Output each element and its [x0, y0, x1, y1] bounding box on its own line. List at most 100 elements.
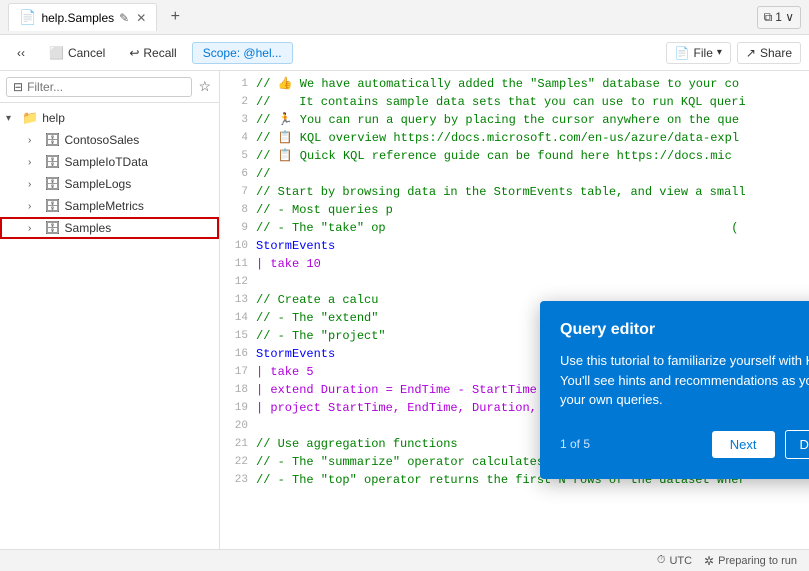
share-button[interactable]: ↗ Share [737, 42, 801, 64]
line-code: // 🏃 You can run a query by placing the … [256, 111, 739, 129]
code-line: 6// [220, 165, 809, 183]
statusbar: ⏱ UTC ✲ Preparing to run [0, 549, 809, 571]
scope-label: Scope: @hel... [203, 46, 282, 60]
recall-button[interactable]: ↩ Recall [120, 42, 185, 64]
line-code: StormEvents [256, 345, 335, 363]
line-number: 5 [228, 147, 256, 165]
sidebar-item-sampleiotdata[interactable]: › 🗄 SampleIoTData [0, 151, 219, 173]
sidebar-item-label: SampleMetrics [65, 199, 144, 213]
code-line: 2// It contains sample data sets that yo… [220, 93, 809, 111]
pin-icon[interactable]: ☆ [196, 76, 213, 97]
line-code: // 📋 KQL overview https://docs.microsoft… [256, 129, 739, 147]
dialog-title: Query editor [560, 321, 809, 339]
chevron-left-icon: ‹‹ [17, 46, 25, 60]
dialog-footer: 1 of 5 Next Dismiss [560, 430, 809, 459]
left-chevron-button[interactable]: ‹‹ [8, 42, 34, 64]
line-number: 13 [228, 291, 256, 309]
line-code: // 📋 Quick KQL reference guide can be fo… [256, 147, 732, 165]
folder-icon: 📁 [22, 110, 38, 126]
sidebar: ⊟ ☆ ▾ 📁 help › 🗄 ContosoSales › 🗄 Sam [0, 71, 220, 549]
tab-close-icon[interactable]: ✕ [136, 11, 146, 25]
code-line: 8// - Most queries p [220, 201, 809, 219]
cancel-icon: ⬜ [49, 46, 64, 60]
sidebar-item-label: help [42, 111, 65, 125]
line-number: 12 [228, 273, 256, 291]
code-line: 11| take 10 [220, 255, 809, 273]
sidebar-item-label: SampleLogs [65, 177, 132, 191]
utc-status: ⏱ UTC [657, 554, 692, 567]
cancel-label: Cancel [68, 46, 105, 60]
toolbar: ‹‹ ⬜ Cancel ↩ Recall Scope: @hel... 📄 Fi… [0, 35, 809, 71]
tab-edit-icon[interactable]: ✎ [119, 11, 129, 25]
code-line: 9// - The "take" op ( [220, 219, 809, 237]
add-tab-button[interactable]: + [163, 5, 187, 29]
active-tab[interactable]: 📄 help.Samples ✎ ✕ [8, 3, 157, 31]
code-line: 5// 📋 Quick KQL reference guide can be f… [220, 147, 809, 165]
sidebar-item-samples[interactable]: › 🗄 Samples [0, 217, 219, 239]
spinner-icon: ✲ [704, 554, 714, 568]
file-button[interactable]: 📄 File ▾ [666, 42, 731, 64]
database-icon: 🗄 [44, 220, 61, 236]
line-code: // - Most queries p [256, 201, 645, 219]
filter-input-wrap[interactable]: ⊟ [6, 77, 192, 97]
line-number: 22 [228, 453, 256, 471]
line-code: // Use aggregation functions [256, 435, 458, 453]
line-code: // Create a calcu [256, 291, 378, 309]
code-line: 1// 👍 We have automatically added the "S… [220, 75, 809, 93]
dialog-page: 1 of 5 [560, 437, 702, 451]
line-number: 4 [228, 129, 256, 147]
code-line: 3// 🏃 You can run a query by placing the… [220, 111, 809, 129]
copy-icon: ⧉ [764, 10, 773, 25]
line-number: 20 [228, 417, 256, 435]
line-number: 23 [228, 471, 256, 489]
preparing-label: Preparing to run [718, 555, 797, 567]
line-number: 8 [228, 201, 256, 219]
query-editor-dialog: ✕ Query editor Use this tutorial to fami… [540, 301, 809, 479]
chevron-down-icon: ▾ [6, 113, 22, 124]
line-code: | take 10 [256, 255, 321, 273]
sidebar-item-samplemetrics[interactable]: › 🗄 SampleMetrics [0, 195, 219, 217]
sidebar-item-help[interactable]: ▾ 📁 help [0, 107, 219, 129]
code-line: 7// Start by browsing data in the StormE… [220, 183, 809, 201]
chevron-right-icon: › [28, 157, 44, 168]
line-number: 14 [228, 309, 256, 327]
sidebar-item-samplelogs[interactable]: › 🗄 SampleLogs [0, 173, 219, 195]
titlebar: 📄 help.Samples ✎ ✕ + ⧉ 1 ∨ [0, 0, 809, 35]
line-code: // - The "project" [256, 327, 386, 345]
line-number: 10 [228, 237, 256, 255]
next-button[interactable]: Next [712, 431, 775, 458]
recall-icon: ↩ [129, 46, 139, 60]
line-number: 15 [228, 327, 256, 345]
line-number: 3 [228, 111, 256, 129]
code-line: 10StormEvents [220, 237, 809, 255]
line-code: // 👍 We have automatically added the "Sa… [256, 75, 739, 93]
database-icon: 🗄 [44, 132, 61, 148]
line-number: 17 [228, 363, 256, 381]
sidebar-item-contososales[interactable]: › 🗄 ContosoSales [0, 129, 219, 151]
share-icon: ↗ [746, 46, 756, 60]
sidebar-tree: ▾ 📁 help › 🗄 ContosoSales › 🗄 SampleIoTD… [0, 103, 219, 549]
copy-tab-button[interactable]: ⧉ 1 ∨ [757, 6, 801, 29]
line-code: // [256, 165, 270, 183]
cancel-button[interactable]: ⬜ Cancel [40, 42, 114, 64]
scope-selector[interactable]: Scope: @hel... [192, 42, 293, 64]
dismiss-button[interactable]: Dismiss [785, 430, 809, 459]
line-number: 1 [228, 75, 256, 93]
preparing-status: ✲ Preparing to run [704, 554, 797, 568]
filter-icon: ⊟ [13, 80, 23, 94]
sidebar-item-label: ContosoSales [65, 133, 140, 147]
line-code: // It contains sample data sets that you… [256, 93, 746, 111]
line-number: 9 [228, 219, 256, 237]
line-number: 18 [228, 381, 256, 399]
tab-icon: 📄 [19, 9, 36, 26]
chevron-right-icon: › [28, 179, 44, 190]
main-content: ⊟ ☆ ▾ 📁 help › 🗄 ContosoSales › 🗄 Sam [0, 71, 809, 549]
dialog-body: Use this tutorial to familiarize yoursel… [560, 351, 809, 410]
recall-label: Recall [143, 46, 176, 60]
chevron-right-icon: › [28, 223, 44, 234]
file-label: File [694, 46, 713, 60]
sidebar-item-label: SampleIoTData [65, 155, 148, 169]
filter-input[interactable] [27, 80, 185, 94]
line-number: 19 [228, 399, 256, 417]
sidebar-filter-bar: ⊟ ☆ [0, 71, 219, 103]
